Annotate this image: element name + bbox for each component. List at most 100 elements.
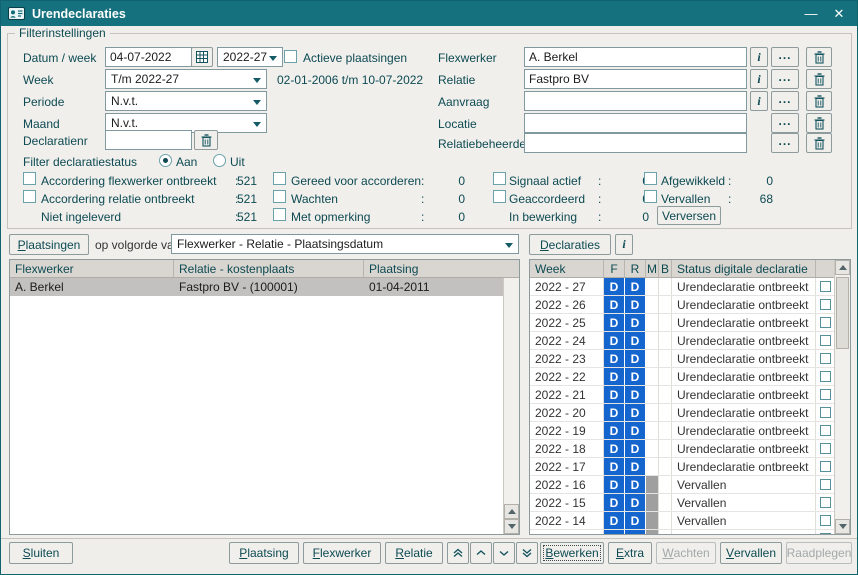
column-header-plaatsing[interactable]: Plaatsing: [364, 260, 519, 277]
flexwerker-delete-button[interactable]: [806, 47, 832, 67]
declaratie-row[interactable]: 2022 - 23DDUrendeclaratie ontbreekt: [530, 350, 850, 368]
relatiebeheerder-input[interactable]: [524, 133, 747, 153]
row-checkbox[interactable]: [820, 425, 831, 436]
declaratie-row[interactable]: 2022 - 14DDVervallen: [530, 512, 850, 530]
row-checkbox[interactable]: [820, 353, 831, 364]
relatie-delete-button[interactable]: [806, 69, 832, 89]
verversen-button[interactable]: Verversen: [657, 206, 721, 225]
declaratie-row[interactable]: 2022 - 15DDVervallen: [530, 494, 850, 512]
relatie-more-button[interactable]: ...: [771, 69, 799, 89]
aanvraag-info-button[interactable]: i: [750, 91, 768, 111]
locatie-input[interactable]: [524, 113, 747, 133]
flexwerker-info-button[interactable]: i: [750, 47, 768, 67]
relatie-info-button[interactable]: i: [750, 69, 768, 89]
column-header-status[interactable]: Status digitale declaratie: [672, 260, 816, 277]
signaal-actief-checkbox[interactable]: [493, 172, 506, 185]
declaratie-row[interactable]: 2022 - 26DDUrendeclaratie ontbreekt: [530, 296, 850, 314]
row-checkbox[interactable]: [820, 281, 831, 292]
datum-input[interactable]: [105, 47, 192, 67]
bewerken-button[interactable]: Bewerken: [540, 542, 604, 564]
flexwerker-button[interactable]: Flexwerker: [303, 542, 381, 564]
declaratie-row[interactable]: 2022 - 21DDUrendeclaratie ontbreekt: [530, 386, 850, 404]
row-checkbox[interactable]: [820, 479, 831, 490]
declaratie-row[interactable]: 2022 - 27DDUrendeclaratie ontbreekt: [530, 278, 850, 296]
row-checkbox[interactable]: [820, 461, 831, 472]
last-row-button[interactable]: [516, 542, 538, 564]
declaratie-row[interactable]: 2022 - 20DDUrendeclaratie ontbreekt: [530, 404, 850, 422]
declaraties-scrollbar[interactable]: [834, 260, 850, 534]
plaatsingen-tab-button[interactable]: Plaatsingen: [9, 234, 89, 255]
week-select[interactable]: T/m 2022-27: [105, 69, 267, 89]
scroll-down-button[interactable]: [835, 519, 850, 534]
plaatsing-button[interactable]: Plaatsing: [229, 542, 299, 564]
row-checkbox[interactable]: [820, 407, 831, 418]
vervallen-checkbox[interactable]: [644, 190, 657, 203]
close-icon[interactable]: ✕: [825, 1, 853, 26]
row-checkbox[interactable]: [820, 497, 831, 508]
scroll-up-button[interactable]: [504, 504, 519, 519]
actieve-plaatsingen-checkbox[interactable]: [284, 50, 297, 63]
declaraties-info-button[interactable]: i: [615, 234, 633, 255]
relatie-button[interactable]: Relatie: [385, 542, 443, 564]
row-checkbox[interactable]: [820, 317, 831, 328]
aanvraag-more-button[interactable]: ...: [771, 91, 799, 111]
row-checkbox[interactable]: [820, 515, 831, 526]
declaratie-row[interactable]: 2022 - 17DDUrendeclaratie ontbreekt: [530, 458, 850, 476]
relatie-input[interactable]: [524, 69, 747, 89]
flexwerker-input[interactable]: [524, 47, 747, 67]
afgewikkeld-checkbox[interactable]: [644, 172, 657, 185]
row-checkbox[interactable]: [820, 335, 831, 346]
sluiten-button[interactable]: Sluiten: [9, 542, 73, 564]
radio-aan[interactable]: [159, 154, 172, 167]
vervallen-button[interactable]: Vervallen: [720, 542, 782, 564]
wachten-button[interactable]: Wachten: [656, 542, 716, 564]
flexwerker-more-button[interactable]: ...: [771, 47, 799, 67]
column-header-flexwerker[interactable]: Flexwerker: [10, 260, 174, 277]
aanvraag-delete-button[interactable]: [806, 91, 832, 111]
acc-relatie-checkbox[interactable]: [23, 190, 36, 203]
scroll-down-button[interactable]: [504, 519, 519, 534]
previous-row-button[interactable]: [470, 542, 492, 564]
minimize-icon[interactable]: —: [797, 1, 825, 26]
row-checkbox[interactable]: [820, 371, 831, 382]
declaratie-row[interactable]: 2022 - 16DDVervallen: [530, 476, 850, 494]
column-header-r[interactable]: R: [625, 260, 646, 277]
declaraties-tab-button[interactable]: Declaraties: [529, 234, 611, 255]
volgorde-select[interactable]: Flexwerker - Relatie - Plaatsingsdatum: [171, 234, 519, 254]
radio-uit[interactable]: [213, 154, 226, 167]
acc-flexwerker-checkbox[interactable]: [23, 172, 36, 185]
column-header-b[interactable]: B: [659, 260, 672, 277]
first-row-button[interactable]: [447, 542, 469, 564]
row-checkbox[interactable]: [820, 443, 831, 454]
declaratie-row[interactable]: 2022 - 22DDUrendeclaratie ontbreekt: [530, 368, 850, 386]
column-header-f[interactable]: F: [604, 260, 625, 277]
scrollbar-thumb[interactable]: [836, 277, 849, 349]
scroll-up-button[interactable]: [835, 260, 850, 275]
aanvraag-input[interactable]: [524, 91, 747, 111]
plaatsingen-row[interactable]: A. BerkelFastpro BV - (100001)01-04-2011: [10, 278, 519, 296]
plaatsingen-scrollbar[interactable]: [503, 278, 519, 534]
relatiebeheerder-more-button[interactable]: ...: [771, 133, 799, 153]
declaratie-row[interactable]: 2022 - 19DDUrendeclaratie ontbreekt: [530, 422, 850, 440]
column-header-week[interactable]: Week: [530, 260, 604, 277]
locatie-delete-button[interactable]: [806, 113, 832, 133]
row-checkbox[interactable]: [820, 533, 831, 535]
calendar-button[interactable]: [191, 47, 213, 67]
next-row-button[interactable]: [493, 542, 515, 564]
gereed-checkbox[interactable]: [273, 172, 286, 185]
column-header-relatie-kostenplaats[interactable]: Relatie - kostenplaats: [174, 260, 364, 277]
locatie-more-button[interactable]: ...: [771, 113, 799, 133]
met-opmerking-checkbox[interactable]: [273, 208, 286, 221]
relatiebeheerder-delete-button[interactable]: [806, 133, 832, 153]
row-checkbox[interactable]: [820, 299, 831, 310]
periode-select[interactable]: N.v.t.: [105, 91, 267, 111]
declaratie-row[interactable]: 2022 - 24DDUrendeclaratie ontbreekt: [530, 332, 850, 350]
declaratie-row[interactable]: 2022 - 13DDVervallen: [530, 530, 850, 535]
row-checkbox[interactable]: [820, 389, 831, 400]
declaratienr-input[interactable]: [105, 130, 192, 150]
wachten-checkbox[interactable]: [273, 190, 286, 203]
geaccordeerd-checkbox[interactable]: [493, 190, 506, 203]
declaratie-row[interactable]: 2022 - 25DDUrendeclaratie ontbreekt: [530, 314, 850, 332]
column-header-m[interactable]: M: [646, 260, 659, 277]
week-number-select[interactable]: 2022-27: [217, 47, 283, 67]
